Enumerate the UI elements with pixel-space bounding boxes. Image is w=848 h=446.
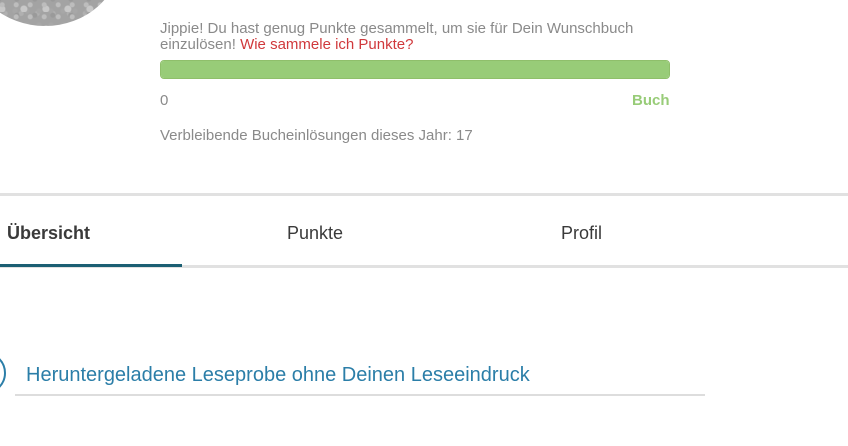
points-progress-bar xyxy=(160,60,670,79)
section-circle-icon xyxy=(0,352,6,394)
collect-points-link[interactable]: Wie sammele ich Punkte? xyxy=(240,36,413,53)
tabs-divider-top xyxy=(0,193,848,196)
tab-points[interactable]: Punkte xyxy=(287,223,343,244)
points-progress-fill xyxy=(161,61,669,78)
active-tab-indicator xyxy=(0,264,182,267)
progress-min-label: 0 xyxy=(160,92,169,109)
tab-profile[interactable]: Profil xyxy=(561,223,602,244)
progress-max-label: Buch xyxy=(632,92,670,109)
section-underline xyxy=(15,394,705,396)
section-title[interactable]: Heruntergeladene Leseprobe ohne Deinen L… xyxy=(26,364,530,387)
points-message: Jippie! Du hast genug Punkte gesammelt, … xyxy=(160,21,680,53)
tab-overview[interactable]: Übersicht xyxy=(7,223,90,244)
avatar xyxy=(0,0,120,26)
remaining-redemptions: Verbleibende Bucheinlösungen dieses Jahr… xyxy=(160,127,473,144)
